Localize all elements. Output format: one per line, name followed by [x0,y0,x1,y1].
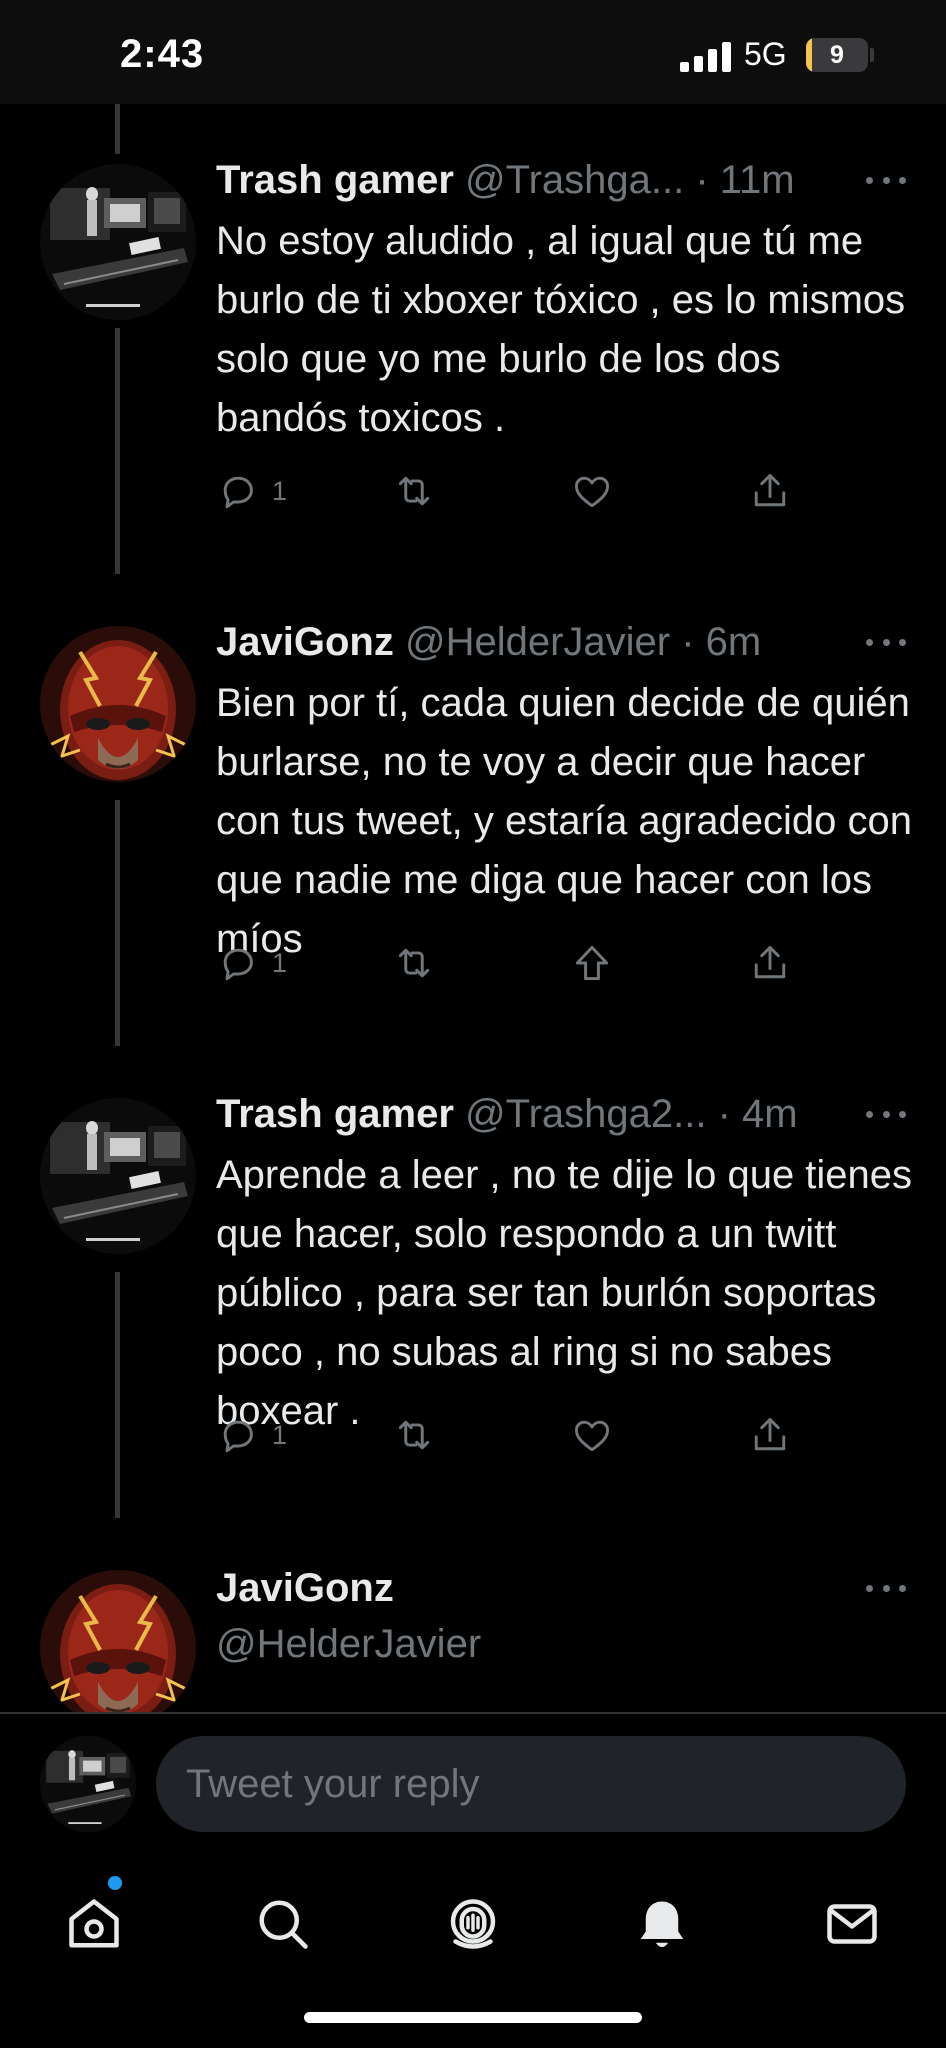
display-name[interactable]: Trash gamer [216,1092,454,1136]
tweet-header: JaviGonz [216,1562,906,1614]
avatar[interactable] [40,1098,196,1254]
tweet[interactable]: JaviGonz @HelderJavier · 6m Bien por tí,… [0,576,946,1048]
reply-count: 1 [272,947,288,978]
tweet-header: Trash gamer @Trashga2... · 4m [216,1088,906,1140]
share-icon [748,941,792,985]
upvote-arrow-icon [570,941,614,985]
battery-nub [870,48,874,62]
tweet[interactable]: Trash gamer @Trashga2... · 4m Aprende a … [0,1048,946,1520]
notification-dot [108,1876,122,1890]
reply-icon [216,1413,260,1457]
retweet-button[interactable] [392,938,436,988]
share-icon [748,1413,792,1457]
reply-icon [216,941,260,985]
tweet-time: · 6m [681,620,762,664]
share-button[interactable] [748,938,792,988]
tweet-text: Bien por tí, cada quien decide de quién … [216,681,912,961]
reply-icon [216,469,260,513]
network-type: 5G [744,36,787,72]
like-button[interactable] [570,1410,614,1460]
user-handle[interactable]: @HelderJavier [216,1618,481,1670]
tweet-text: No estoy aludido , al igual que tú me bu… [216,219,906,440]
upvote-button[interactable] [570,938,614,988]
retweet-button[interactable] [392,466,436,516]
reply-button[interactable]: 1 [216,1410,287,1460]
display-name[interactable]: JaviGonz [216,1566,394,1610]
messages-icon[interactable] [822,1894,882,1954]
battery-level: 9 [830,41,844,69]
reply-button[interactable]: 1 [216,938,287,988]
tweet-time: · 11m [695,158,795,202]
heart-icon [570,469,614,513]
home-indicator[interactable] [304,2012,642,2023]
status-time: 2:43 [120,32,205,76]
avatar[interactable] [40,164,196,320]
user-handle[interactable]: @Trashga2... [465,1092,706,1136]
user-handle[interactable]: @HelderJavier [405,620,670,664]
retweet-icon [392,941,436,985]
tweet-header: Trash gamer @Trashga... · 11m [216,154,906,206]
reply-bar [0,1712,946,1858]
cellular-signal-icon [680,40,732,72]
more-options-icon[interactable] [866,1088,906,1140]
more-options-icon[interactable] [866,154,906,206]
user-handle[interactable]: @Trashga... [465,158,684,202]
retweet-button[interactable] [392,1410,436,1460]
tweet-thread[interactable]: Trash gamer @Trashga... · 11m No estoy a… [0,104,946,1712]
retweet-icon [392,1413,436,1457]
focused-tweet[interactable]: JaviGonz @HelderJavier [0,1520,946,1712]
reply-count: 1 [272,475,288,506]
reply-count: 1 [272,1419,288,1450]
display-name[interactable]: Trash gamer [216,158,454,202]
battery-icon: 9 [806,38,868,72]
more-options-icon[interactable] [866,1562,906,1614]
tweet-text: Aprende a leer , no te dije lo que tiene… [216,1153,913,1433]
notifications-icon[interactable] [632,1894,692,1954]
tweet-actions: 1 [216,1410,816,1460]
home-icon[interactable] [64,1894,124,1954]
retweet-icon [392,469,436,513]
heart-icon [570,1413,614,1457]
search-icon[interactable] [253,1894,313,1954]
tweet-time: · 4m [717,1092,798,1136]
avatar[interactable] [40,626,196,782]
reply-button[interactable]: 1 [216,466,287,516]
share-button[interactable] [748,466,792,516]
like-button[interactable] [570,466,614,516]
tweet-actions: 1 [216,938,816,988]
spaces-icon[interactable] [443,1894,503,1954]
display-name[interactable]: JaviGonz [216,620,394,664]
tweet-actions: 1 [216,466,816,516]
my-avatar[interactable] [40,1736,136,1832]
status-bar: 2:43 5G 9 [0,0,946,104]
share-icon [748,469,792,513]
share-button[interactable] [748,1410,792,1460]
tweet-header: JaviGonz @HelderJavier · 6m [216,616,906,668]
tweet[interactable]: Trash gamer @Trashga... · 11m No estoy a… [0,104,946,576]
reply-input[interactable] [156,1736,906,1832]
avatar[interactable] [40,1570,196,1712]
more-options-icon[interactable] [866,616,906,668]
